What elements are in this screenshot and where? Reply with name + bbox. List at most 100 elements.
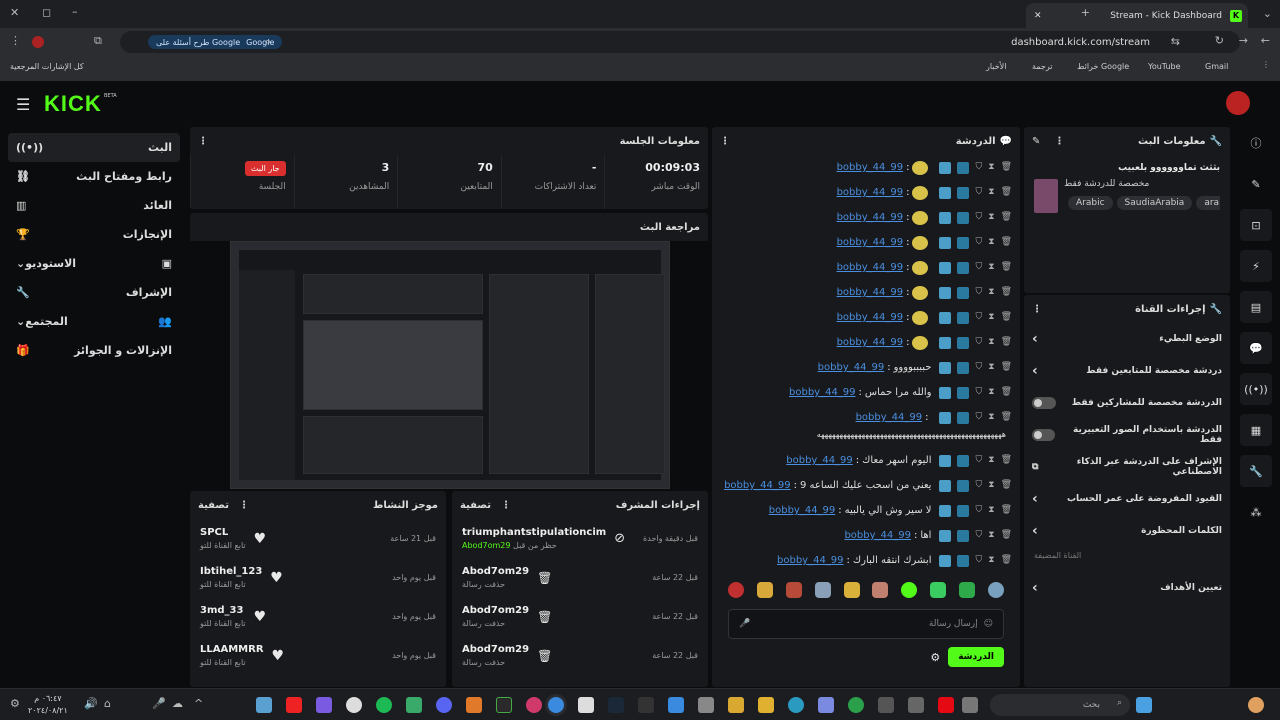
chat-message[interactable]: ⛉ ⧗ 🗑 bobby_44_99: حببببوووو [712, 355, 1020, 380]
folder-icon[interactable] [758, 697, 774, 713]
emote-only-toggle[interactable] [1032, 429, 1056, 441]
chat-username[interactable]: bobby_44_99 [777, 555, 844, 566]
timeout-icon[interactable]: ⧗ [988, 530, 994, 542]
trash-icon[interactable]: 🗑 [1001, 412, 1012, 424]
chat-message[interactable]: ⛉ ⧗ 🗑 bobby_44_99: اها [712, 523, 1020, 548]
emoji-icon[interactable]: ☺ [984, 619, 993, 629]
sidebar-item-moderation[interactable]: الإشراف 🔧 [8, 278, 180, 307]
chat-username[interactable]: bobby_44_99 [818, 362, 885, 373]
trash-icon[interactable]: 🗑 [1001, 187, 1012, 199]
app-icon[interactable] [638, 697, 654, 713]
chat-username[interactable]: bobby_44_99 [837, 312, 904, 323]
timeout-icon[interactable]: ⧗ [988, 555, 994, 567]
app-icon[interactable] [698, 697, 714, 713]
mic-icon[interactable]: 🎤 [152, 697, 166, 710]
chat-username[interactable]: bobby_44_99 [724, 480, 791, 491]
chevron-down-icon[interactable]: ⌄ [1263, 7, 1272, 20]
reload-icon[interactable]: ↻ [1215, 34, 1224, 47]
timeout-icon[interactable]: ⧗ [988, 455, 994, 467]
timeout-icon[interactable]: ⧗ [988, 212, 994, 224]
timeout-icon[interactable]: ⧗ [988, 412, 994, 424]
sidebar-item-studio[interactable]: ▣ الاستوديو ⌄ [8, 249, 180, 278]
app-icon[interactable] [818, 697, 834, 713]
chat-message[interactable]: ⛉ ⧗ 🗑 bobby_44_99: [712, 280, 1020, 305]
emote-6[interactable] [872, 582, 889, 598]
discord-icon[interactable] [436, 697, 452, 713]
chat-username[interactable]: bobby_44_99 [837, 162, 904, 173]
emote-2[interactable] [757, 582, 774, 598]
chat-message[interactable]: ⛉ ⧗ 🗑 bobby_44_99: [712, 405, 1020, 430]
cloud-icon[interactable]: ☁ [172, 697, 183, 710]
sidebar-item-revenue[interactable]: العائد ▥ [8, 191, 180, 220]
chrome-icon[interactable] [548, 697, 564, 713]
app-icon[interactable] [526, 697, 542, 713]
timeout-icon[interactable]: ⧗ [988, 505, 994, 517]
more-icon[interactable]: ⋮ [1054, 136, 1064, 147]
steam-icon[interactable] [608, 697, 624, 713]
shield-icon[interactable]: ⛉ [975, 187, 982, 199]
shield-icon[interactable]: ⛉ [975, 455, 982, 467]
timeout-icon[interactable]: ⧗ [988, 262, 994, 274]
subscribers-only-toggle[interactable] [1032, 397, 1056, 409]
chat-message[interactable]: ⛉ ⧗ 🗑 bobby_44_99: [712, 230, 1020, 255]
chat-message[interactable]: ⛉ ⧗ 🗑 bobby_44_99: [712, 155, 1020, 180]
layout-icon[interactable]: ▦ [1240, 414, 1272, 446]
restore-window-icon[interactable]: ◻ [42, 6, 51, 19]
sidebar-item-achievements[interactable]: الإنجازات 🏆 [8, 220, 180, 249]
trash-icon[interactable]: 🗑 [1001, 262, 1012, 274]
timeout-icon[interactable]: ⧗ [988, 162, 994, 174]
omnibox[interactable]: طرح أسئلة على Google Google ⌕ dashboard.k… [120, 31, 1240, 53]
bookmark-gmail[interactable]: Gmail [1205, 62, 1228, 71]
more-icon[interactable]: ⋮ [720, 136, 730, 147]
bookmark-translate[interactable]: ترجمة [1032, 62, 1053, 71]
emote-9[interactable] [958, 582, 975, 598]
chat-message[interactable]: ⛉ ⧗ 🗑 bobby_44_99: لا سير وش الي يالبيه [712, 498, 1020, 523]
app-icon[interactable] [878, 697, 894, 713]
more-icon[interactable]: ⋮ [501, 500, 511, 511]
chat-username[interactable]: bobby_44_99 [769, 505, 836, 516]
settings-icon[interactable]: ⚙ [10, 697, 20, 710]
chat-input[interactable]: ☺ إرسال رسالة 🎤 [728, 609, 1004, 639]
timeout-icon[interactable]: ⧗ [988, 287, 994, 299]
timeout-icon[interactable]: ⧗ [988, 337, 994, 349]
shield-icon[interactable]: ⛉ [975, 312, 982, 324]
emote-10[interactable] [987, 582, 1004, 598]
back-icon[interactable]: → [1239, 34, 1248, 47]
bookmark-news[interactable]: الأخبار [986, 62, 1006, 71]
network-icon[interactable]: ⌂ [104, 697, 111, 710]
stream-category[interactable]: مخصصة للدردشة فقط [1064, 179, 1220, 189]
edit-icon[interactable]: ✎ [1032, 136, 1040, 147]
bookmark-youtube[interactable]: YouTube [1148, 62, 1181, 71]
chat-username[interactable]: bobby_44_99 [837, 262, 904, 273]
chat-username[interactable]: bobby_44_99 [856, 412, 923, 423]
mod-by[interactable]: Abod7om29 [462, 541, 510, 550]
widgets-icon[interactable] [1248, 697, 1264, 713]
action-slow-mode[interactable]: الوضع البطيء › [1024, 323, 1230, 355]
timeout-icon[interactable]: ⧗ [988, 362, 994, 374]
chat-message[interactable]: ⛉ ⧗ 🗑 bobby_44_99: [712, 205, 1020, 230]
chat-username[interactable]: bobby_44_99 [837, 187, 904, 198]
action-subscribers-only[interactable]: الدردشة مخصصة للمشاركين فقط [1024, 387, 1230, 419]
forward-icon[interactable]: ← [1261, 34, 1270, 47]
trash-icon[interactable]: 🗑 [1001, 287, 1012, 299]
filter-link[interactable]: ⋮ تصفية [198, 500, 249, 511]
kick-logo[interactable]: KICK [44, 91, 102, 117]
broadcast-icon[interactable]: ((•)) [1240, 373, 1272, 405]
extensions-icon[interactable]: ⧉ [94, 34, 102, 48]
chat-username[interactable]: bobby_44_99 [837, 212, 904, 223]
all-bookmarks[interactable]: كل الإشارات المرجعية [10, 62, 84, 71]
chat-message[interactable]: ⛉ ⧗ 🗑 bobby_44_99: اليوم اسهر معاك [712, 448, 1020, 473]
trash-icon[interactable]: 🗑 [1001, 237, 1012, 249]
windows-start-icon[interactable] [1136, 697, 1152, 713]
shield-icon[interactable]: ⛉ [975, 237, 982, 249]
spotify-icon[interactable] [376, 697, 392, 713]
shield-icon[interactable]: ⛉ [975, 337, 982, 349]
more-menu-icon[interactable]: ⋮ [10, 34, 21, 47]
chat-username[interactable]: bobby_44_99 [837, 287, 904, 298]
close-window-icon[interactable]: ✕ [10, 6, 19, 19]
app-icon[interactable] [908, 697, 924, 713]
more-icon[interactable]: ⋮ [239, 500, 249, 511]
timeout-icon[interactable]: ⧗ [988, 237, 994, 249]
site-settings-icon[interactable]: ⇆ [1171, 35, 1180, 48]
timeout-icon[interactable]: ⧗ [988, 387, 994, 399]
